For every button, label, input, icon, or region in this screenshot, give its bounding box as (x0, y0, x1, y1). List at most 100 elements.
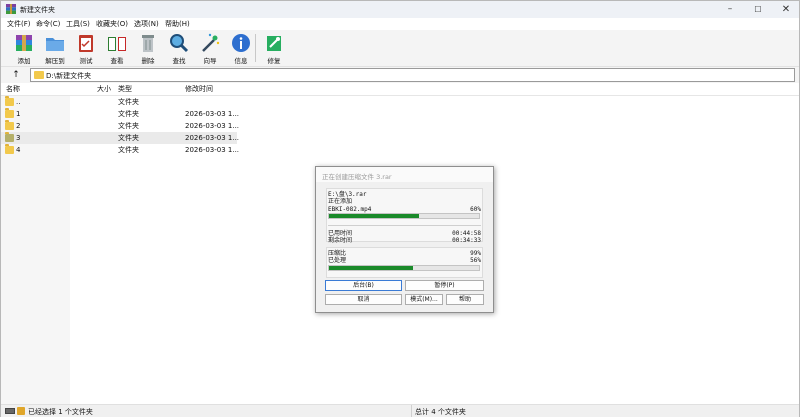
extract-folder-icon (46, 38, 64, 51)
winrar-app-icon (6, 4, 16, 14)
path-text: D:\新建文件夹 (46, 72, 92, 80)
row-type: 文件夹 (118, 122, 139, 130)
key-icon (17, 407, 25, 415)
trash-icon (142, 35, 154, 52)
row-type: 文件夹 (118, 134, 139, 142)
test-clipboard-icon (79, 35, 93, 52)
info-icon (232, 34, 250, 52)
up-arrow-icon[interactable]: ↑ (10, 69, 22, 81)
folder-icon (34, 71, 44, 79)
row-modified: 2026-03-03 1... (185, 146, 240, 154)
row-name: .. (16, 98, 21, 106)
menu-commands[interactable]: 命令(C) (36, 19, 60, 29)
row-name: 1 (16, 110, 21, 118)
toolbar-separator (255, 34, 256, 62)
close-button[interactable]: ✕ (772, 1, 800, 18)
column-header-size[interactable]: 大小 (97, 83, 111, 95)
dialog-title: 正在创建压缩文件 3.rar (322, 173, 392, 181)
address-bar: ↑ D:\新建文件夹 (1, 67, 799, 83)
maximize-button[interactable]: ☐ (744, 1, 772, 18)
help-button[interactable]: 帮助 (446, 294, 484, 305)
menu-bar: 文件(F) 命令(C) 工具(S) 收藏夹(O) 选项(N) 帮助(H) (1, 18, 799, 30)
current-file: EBKI-082.mp4 (328, 206, 372, 213)
row-modified: 2026-03-03 1... (185, 110, 240, 118)
repair-icon (267, 36, 281, 51)
archive-progress-dialog: 正在创建压缩文件 3.rar E:\盘\3.rar 正在添加 EBKI-082.… (315, 166, 494, 313)
remaining-label: 剩余时间 (328, 237, 353, 244)
wizard-label: 向导 (203, 57, 217, 65)
status-divider (411, 405, 412, 417)
info-button[interactable]: 信息 (226, 32, 256, 66)
status-total: 总计 4 个文件夹 (415, 408, 466, 416)
menu-file[interactable]: 文件(F) (7, 19, 31, 29)
test-button[interactable]: 测试 (71, 32, 101, 66)
column-header-name[interactable]: 名称 (6, 83, 20, 95)
row-type: 文件夹 (118, 146, 139, 154)
column-header-type[interactable]: 类型 (118, 83, 132, 95)
menu-tools[interactable]: 工具(S) (66, 19, 90, 29)
elapsed-label: 已用时间 (328, 230, 353, 237)
cancel-button[interactable]: 取消 (325, 294, 402, 305)
ratio-label: 压缩比 (328, 250, 347, 257)
menu-options[interactable]: 选项(N) (134, 19, 159, 29)
column-header-modified[interactable]: 修改时间 (185, 83, 213, 95)
row-modified: 2026-03-03 1... (185, 122, 240, 130)
mode-button[interactable]: 模式(M)... (405, 294, 443, 305)
folder-icon (5, 120, 14, 130)
view-label: 查看 (110, 57, 124, 65)
dialog-separator (328, 225, 481, 226)
window-title: 新建文件夹 (20, 6, 55, 14)
processed-value: 56% (470, 257, 481, 264)
archive-path: E:\盘\3.rar (328, 191, 367, 198)
table-row[interactable]: .. 文件夹 (1, 96, 237, 108)
toolbar: 添加 解压到 测试 查看 删除 查找 向导 信息 修复 (1, 30, 799, 67)
magic-wand-icon (202, 33, 220, 52)
elapsed-value: 00:44:58 (452, 230, 481, 237)
add-button[interactable]: 添加 (9, 32, 39, 66)
minimize-button[interactable]: – (716, 1, 744, 18)
total-progress-fill (329, 266, 413, 270)
background-button[interactable]: 后台(B) (325, 280, 402, 291)
find-button[interactable]: 查找 (164, 32, 194, 66)
test-label: 测试 (79, 57, 93, 65)
repair-button[interactable]: 修复 (259, 32, 289, 66)
folder-icon (5, 96, 14, 106)
table-row[interactable]: 1 文件夹 2026-03-03 1... (1, 108, 240, 120)
dialog-title-bar: 正在创建压缩文件 3.rar (316, 167, 493, 182)
row-type: 文件夹 (118, 110, 139, 118)
file-percent: 60% (470, 206, 481, 213)
row-name: 3 (16, 134, 21, 142)
folder-icon (5, 108, 14, 118)
remaining-value: 00:34:33 (452, 237, 481, 244)
menu-help[interactable]: 帮助(H) (165, 19, 190, 29)
ratio-value: 99% (470, 250, 481, 257)
processed-label: 已处理 (328, 257, 347, 264)
view-button[interactable]: 查看 (102, 32, 132, 66)
row-type: 文件夹 (118, 98, 139, 106)
delete-label: 删除 (141, 57, 155, 65)
folder-icon (5, 132, 14, 142)
title-bar: 新建文件夹 – ☐ ✕ (1, 1, 799, 18)
add-archive-icon (16, 35, 32, 51)
total-progress-bar (328, 265, 480, 271)
repair-label: 修复 (267, 57, 281, 65)
table-row[interactable]: 4 文件夹 2026-03-03 1... (1, 144, 240, 156)
action-text: 正在添加 (328, 198, 353, 205)
search-icon (170, 34, 189, 53)
path-field[interactable]: D:\新建文件夹 (30, 68, 795, 82)
table-row-selected[interactable]: 3 文件夹 2026-03-03 1... (1, 132, 240, 144)
extract-to-label: 解压到 (45, 57, 65, 65)
row-modified: 2026-03-03 1... (185, 134, 240, 142)
pause-button[interactable]: 暂停(P) (405, 280, 484, 291)
view-book-icon (108, 37, 126, 51)
extract-to-button[interactable]: 解压到 (40, 32, 70, 66)
menu-favorites[interactable]: 收藏夹(O) (96, 19, 128, 29)
folder-icon (5, 144, 14, 154)
table-row[interactable]: 2 文件夹 2026-03-03 1... (1, 120, 240, 132)
add-label: 添加 (17, 57, 31, 65)
wizard-button[interactable]: 向导 (195, 32, 225, 66)
row-name: 2 (16, 122, 21, 130)
delete-button[interactable]: 删除 (133, 32, 163, 66)
find-label: 查找 (172, 57, 186, 65)
status-selection: 已经选择 1 个文件夹 (28, 408, 93, 416)
